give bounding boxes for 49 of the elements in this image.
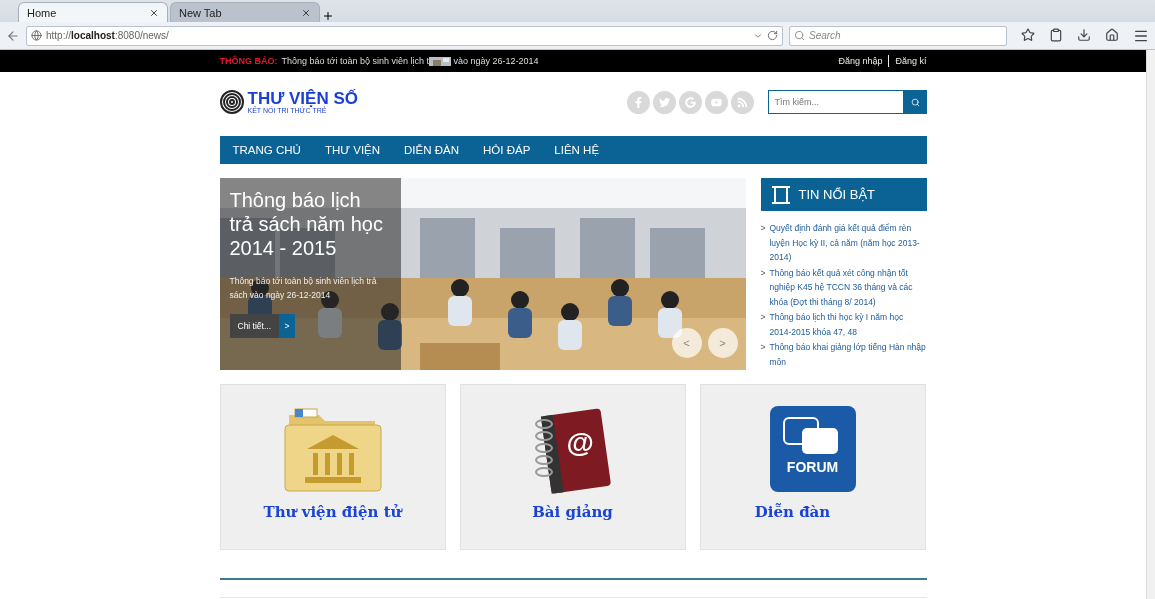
url-text: http://localhost:8080/news/	[46, 30, 169, 41]
featured-title: TIN NỔI BẬT	[798, 187, 876, 202]
target-logo-icon	[219, 90, 244, 114]
folder-icon	[282, 405, 383, 493]
scrollbar[interactable]	[1146, 50, 1155, 599]
details-button[interactable]: Chi tiết... >	[229, 314, 296, 338]
nav-link[interactable]: THƯ VIỆN	[324, 144, 381, 156]
category-title[interactable]: Diễn đàn	[754, 503, 831, 521]
search-button[interactable]	[903, 90, 927, 114]
new-tab-icon[interactable]	[322, 10, 334, 22]
forum-label: FORUM	[785, 459, 840, 475]
slide-title: Thông báo lịch trả sách năm học 2014 - 2015	[229, 188, 384, 260]
category-title[interactable]: Bài giảng	[532, 503, 613, 521]
nav-link[interactable]: HỎI ĐÁP	[483, 144, 531, 156]
globe-icon	[31, 30, 42, 41]
browser-tab[interactable]: New Tab	[170, 2, 320, 22]
search-icon	[794, 30, 805, 41]
category-title[interactable]: Thư viện điện tử	[263, 503, 402, 521]
nav-link[interactable]: DIỄN ĐÀN	[404, 144, 459, 156]
browser-tab[interactable]: Home	[18, 2, 168, 22]
reload-icon[interactable]	[767, 30, 778, 41]
nav-link[interactable]: LIÊN HỆ	[554, 144, 600, 156]
browser-search-field[interactable]: Search	[789, 25, 1007, 46]
category-card[interactable]: @ Bài giảng	[459, 384, 686, 550]
home-icon[interactable]	[1105, 27, 1119, 42]
url-field[interactable]: http://localhost:8080/news/	[26, 25, 783, 46]
close-icon[interactable]	[149, 7, 159, 18]
search-icon	[910, 97, 920, 107]
at-sign: @	[566, 427, 594, 459]
download-icon[interactable]	[1077, 27, 1091, 42]
header-link[interactable]: Đăng nhập	[838, 56, 883, 66]
news-link[interactable]: > Thông báo khai giảng lớp tiếng Hàn nhập môn	[760, 340, 927, 369]
news-link[interactable]: > Thông báo lịch thi học kỳ I năm học 2014-2015 khóa 47, 48	[760, 310, 927, 339]
logo-title: THƯ VIỆN SỐ	[247, 90, 358, 107]
close-icon[interactable]	[301, 7, 311, 18]
site-search-input[interactable]: Tìm kiếm...	[767, 90, 904, 114]
header-link[interactable]: Đăng kí	[895, 56, 927, 66]
star-icon[interactable]	[1021, 27, 1035, 42]
notice-text: THÔNG BÁO: Thông báo tới toàn bộ sinh viên lịch t vào ngày 26-12-2014	[219, 55, 539, 67]
forum-icon	[769, 406, 856, 492]
clipboard-icon[interactable]	[1049, 27, 1063, 42]
back-icon[interactable]	[6, 28, 20, 43]
category-card[interactable]: Thư viện điện tử	[219, 384, 446, 550]
slide-caption: Thông báo tới toàn bộ sinh viên lịch trả sách vào ngày 26-12-2014	[229, 275, 378, 302]
nav-link[interactable]: TRANG CHỦ	[232, 144, 301, 156]
news-link[interactable]: > Thông báo kết quả xét công nhận tốt nghiệp K45 hệ TCCN 36 tháng và các khóa (Đợt thi tháng 8/ 2014)	[760, 265, 927, 309]
news-link[interactable]: > Quyết định đánh giá kết quả điểm rèn luyện Học kỳ II, cả năm (năm học 2013-2014)	[760, 221, 927, 265]
columns-icon	[770, 184, 791, 205]
category-card[interactable]: FORUM Diễn đàn	[699, 384, 926, 550]
